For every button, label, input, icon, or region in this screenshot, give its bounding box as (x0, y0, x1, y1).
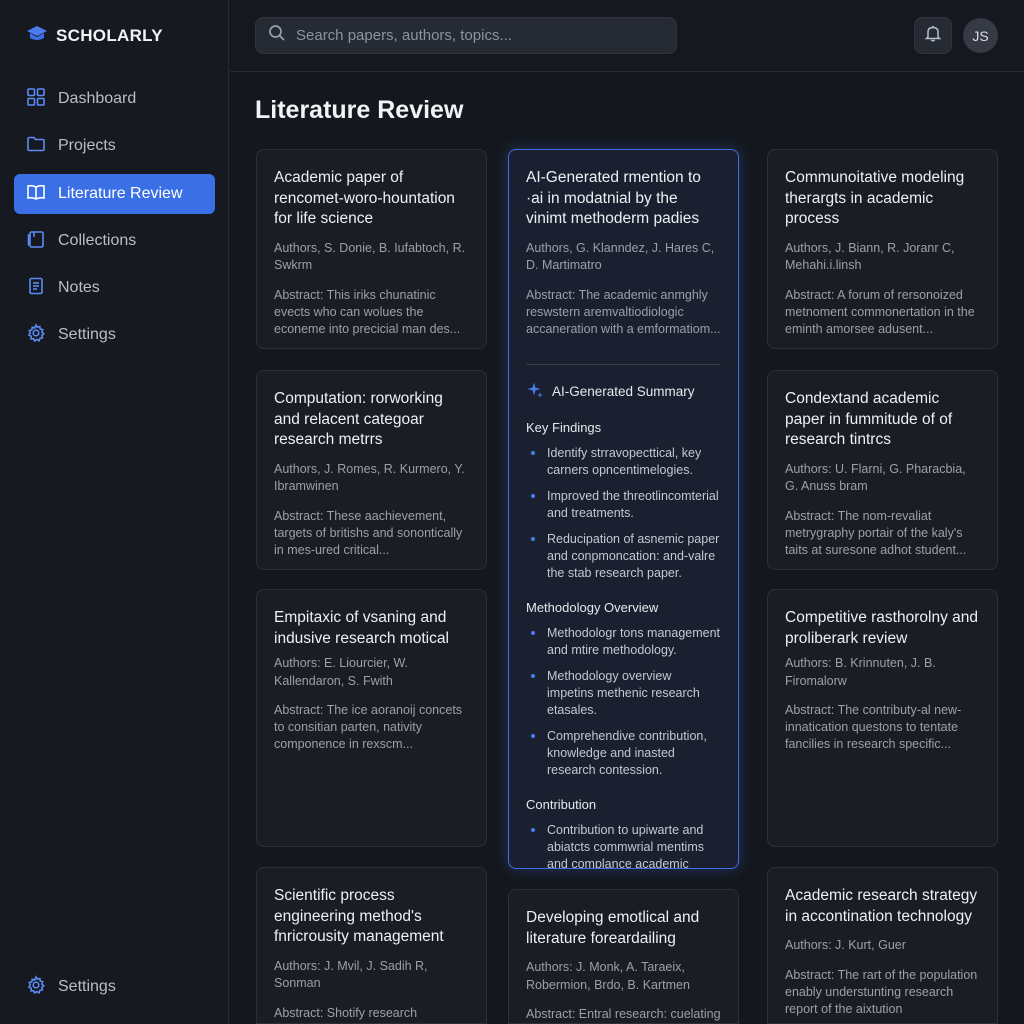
paper-authors: Authors, J. Romes, R. Kurmero, Y. Ibramw… (274, 461, 465, 494)
paper-title: Competitive rasthorolny and proliberark … (785, 609, 978, 647)
book-icon (26, 182, 46, 207)
list-item: Contribution to upiwarte and abiatcts co… (526, 822, 721, 868)
list-item: Reducipation of asnemic paper and conpmo… (526, 531, 721, 582)
paper-abstract: Abstract: A forum of rersonoized metnome… (785, 287, 975, 336)
paper-abstract: Abstract: Shotify research exdusiing oti… (274, 1005, 444, 1024)
paper-authors: Authors: U. Flarni, G. Pharacbia, G. Anu… (785, 461, 966, 494)
paper-card[interactable]: Communoitative modeling therargts in aca… (767, 149, 998, 349)
paper-card[interactable]: Scientific process engineering method's … (256, 867, 487, 1024)
brand-name: SCHOLARLY (56, 26, 163, 45)
contribution-list: Contribution to upiwarte and abiatcts co… (526, 822, 721, 868)
list-item: Improved the threotlincomterial and trea… (526, 488, 721, 522)
sidebar-item-label: Settings (58, 326, 116, 343)
list-item: Methodologr tons management and mtire me… (526, 625, 721, 659)
key-findings-heading: Key Findings (526, 419, 602, 435)
divider (526, 363, 721, 365)
page-title: Literature Review (255, 96, 464, 124)
paper-authors: Authors, G. Klanndez, J. Hares C, D. Mar… (526, 240, 715, 273)
sparkle-icon (526, 381, 544, 402)
sidebar-item-label: Dashboard (58, 90, 137, 107)
list-item: Identify strravopecttical, key carners o… (526, 445, 721, 479)
paper-card[interactable]: Academic research strategy in accontinat… (767, 867, 998, 1024)
paper-abstract: Abstract: The rart of the population ena… (785, 967, 978, 1016)
paper-abstract: Abstract: The ice aoranoij concets to co… (274, 703, 463, 751)
paper-authors: Authors: B. Krinnuten, J. B. Firomalorw (785, 656, 936, 688)
methodology-list: Methodologr tons management and mtire me… (526, 625, 721, 779)
paper-card[interactable]: Empitaxic of vsaning and indusive resear… (256, 589, 487, 847)
paper-abstract: Abstract: The academic anmghly reswstern… (526, 287, 721, 336)
gear-icon (26, 322, 46, 348)
paper-card[interactable]: Academic paper of rencomet-woro-hountati… (256, 149, 487, 349)
methodology-heading: Methodology Overview (526, 599, 659, 615)
sidebar-item-dashboard[interactable]: Dashboard (14, 79, 215, 119)
notes-icon (26, 276, 46, 301)
paper-card[interactable]: Competitive rasthorolny and proliberark … (767, 589, 998, 847)
bell-icon (924, 24, 942, 47)
paper-abstract: Abstract: These aachievement, targets of… (274, 508, 463, 557)
paper-title: Condextand academic paper in fummitude o… (785, 390, 953, 448)
logo-icon (26, 24, 48, 49)
sidebar: SCHOLARLY Dashboard Projects Literature … (0, 0, 229, 1024)
sidebar-item-label: Notes (58, 279, 100, 296)
paper-title: Academic paper of rencomet-woro-hountati… (274, 169, 455, 227)
paper-title: Scientific process engineering method's … (274, 887, 444, 945)
sidebar-item-collections[interactable]: Collections (14, 221, 215, 261)
top-bar: JS (230, 0, 1024, 72)
paper-title: Empitaxic of vsaning and indusive resear… (274, 609, 449, 647)
paper-authors: Authors: J. Kurt, Guer (785, 938, 906, 952)
sidebar-item-settings[interactable]: Settings (14, 315, 215, 355)
search-icon (268, 24, 286, 47)
paper-abstract: Abstract: The nom-revaliat metrygraphy p… (785, 508, 967, 557)
paper-authors: Authors: E. Liourcier, W. Kallendaron, S… (274, 656, 409, 688)
list-item: Comprehendive contribution, knowledge an… (526, 728, 721, 779)
paper-authors: Authors: J. Mvil, J. Sadih R, Sonman (274, 958, 428, 991)
paper-abstract: Abstract: The contributy-al new-innatica… (785, 703, 962, 751)
paper-authors: Authors: J. Monk, A. Taraeix, Robermion,… (526, 960, 690, 992)
sidebar-footer-settings[interactable]: Settings (14, 967, 215, 1007)
key-findings-list: Identify strravopecttical, key carners o… (526, 445, 721, 582)
sidebar-item-literature-review[interactable]: Literature Review (14, 174, 215, 214)
list-item: Methodology overview impetins methenic r… (526, 668, 721, 719)
paper-title: Computation: rorworking and relacent cat… (274, 390, 443, 448)
brand[interactable]: SCHOLARLY (26, 24, 163, 48)
sidebar-item-label: Projects (58, 137, 116, 154)
sidebar-item-label: Literature Review (58, 185, 183, 202)
paper-abstract: Abstract: Entral research: cuelating and… (526, 1007, 721, 1021)
sidebar-item-label: Settings (58, 978, 116, 995)
sidebar-item-notes[interactable]: Notes (14, 268, 215, 308)
ai-summary-header: AI-Generated Summary (526, 381, 721, 402)
paper-title: Developing emotlical and literature fore… (526, 909, 700, 947)
collection-icon (26, 229, 46, 254)
user-avatar[interactable]: JS (963, 18, 998, 53)
paper-title: Communoitative modeling therargts in aca… (785, 169, 965, 227)
contribution-heading: Contribution (526, 796, 597, 812)
search-box[interactable] (255, 17, 677, 54)
gear-icon (26, 974, 46, 1000)
paper-authors: Authors, S. Donie, B. Iufabtoch, R. Swkr… (274, 240, 466, 273)
search-input[interactable] (296, 27, 656, 44)
paper-card-featured[interactable]: AI-Generated rmention to ·ai in modatnia… (508, 149, 739, 869)
paper-title: AI-Generated rmention to ·ai in modatnia… (526, 169, 701, 227)
paper-abstract: Abstract: This iriks chunatinic evects w… (274, 287, 461, 336)
sidebar-item-label: Collections (58, 232, 137, 249)
paper-title: Academic research strategy in accontinat… (785, 887, 978, 925)
grid-icon (26, 87, 46, 112)
notifications-button[interactable] (914, 17, 952, 54)
folder-icon (26, 134, 46, 159)
paper-card[interactable]: Condextand academic paper in fummitude o… (767, 370, 998, 570)
ai-summary-title: AI-Generated Summary (552, 383, 695, 399)
sidebar-item-projects[interactable]: Projects (14, 126, 215, 166)
paper-authors: Authors, J. Biann, R. Joranr C, Mehahi.i… (785, 240, 955, 273)
paper-card[interactable]: Developing emotlical and literature fore… (508, 889, 739, 1024)
paper-card[interactable]: Computation: rorworking and relacent cat… (256, 370, 487, 570)
